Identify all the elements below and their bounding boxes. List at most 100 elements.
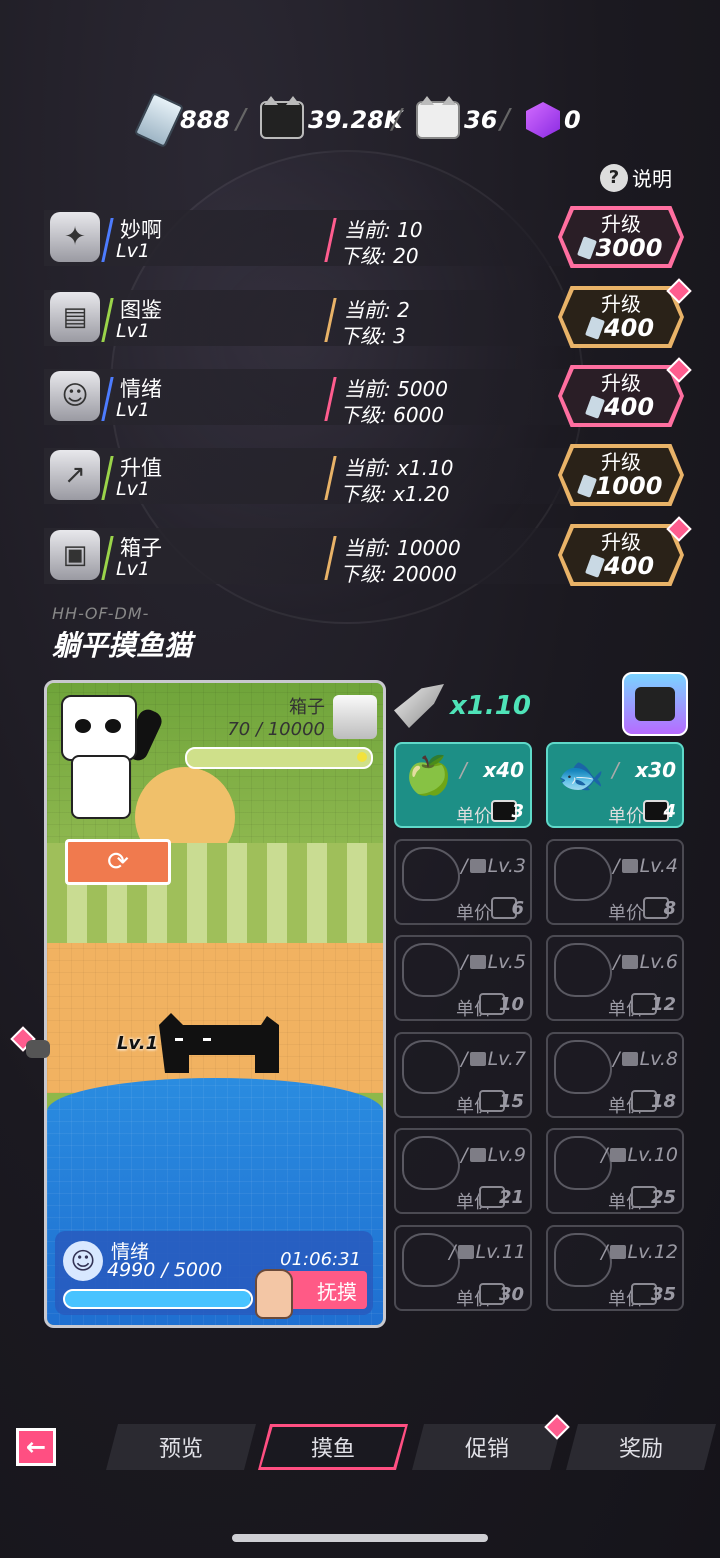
item-price: 3 [491,800,524,822]
item-unlock-level: / Lv.12 [601,1240,678,1263]
item-slot[interactable]: / Lv.5 单价 10 [394,935,532,1021]
tab-0[interactable]: 预览 [106,1424,256,1470]
lightbulb-icon: ✦ [50,212,100,262]
upgrade-current: 当前: 5000 [344,377,448,401]
upgrade-row: ↗ 升值 Lv1 当前: x1.10 下级: x1.20 升级 1000 [44,444,684,508]
upgrade-cost: 400 [584,393,655,421]
hand-icon [255,1269,293,1319]
item-level-text: Lv.7 [487,1047,526,1070]
item-unlock-level: / Lv.6 [613,951,678,973]
item-price: 18 [630,1089,676,1112]
item-unlock-level: / Lv.4 [613,854,678,877]
refresh-icon: ⟳ [107,847,129,877]
tab-label: 促销 [464,1437,509,1462]
milk-carton-icon [584,395,605,419]
item-slot[interactable]: / Lv.6 单价 12 [546,935,684,1021]
upgrade-button-label: 升级 [601,212,641,236]
question-icon: ? [600,163,628,192]
refresh-button[interactable]: ⟳ [65,839,171,885]
book-icon [609,1244,626,1259]
item-slot[interactable]: / Lv.9 单价 21 [394,1128,532,1214]
cat-menu-button[interactable] [622,672,688,736]
item-slot[interactable]: / Lv.12 单价 35 [546,1224,684,1311]
item-count: x40 [483,758,524,782]
beach-sand [47,943,383,1093]
help-button[interactable]: ? 说明 [600,163,672,192]
resource-white-cat: 36 [416,96,497,140]
book-icon [469,1148,486,1162]
purple-cube-icon [526,102,560,138]
item-slot[interactable]: / Lv.4 单价 8 [546,838,684,925]
cat-level: Lv.1 [117,1033,159,1054]
item-slot[interactable]: / Lv.8 单价 18 [546,1031,684,1118]
multiplier: x1.10 [394,684,531,728]
slash: / [612,758,619,782]
item-slot[interactable]: 🍏 / x40 单价 3 [394,742,532,828]
item-slot[interactable]: / Lv.10 单价 25 [546,1128,684,1214]
game-scene[interactable]: Lv.1 箱子 70 / 10000 ⟳ ☺ 情绪 4990 / 5000 01… [44,680,386,1328]
upgrade-cost-value: 1000 [595,472,663,500]
upgrade-cost-value: 400 [603,314,655,342]
page-subtitle: HH-OF-DM- [52,604,150,623]
upgrade-button-label: 升级 [601,530,641,554]
camera-icon [26,1040,50,1058]
upgrade-button[interactable]: 升级 1000 [558,444,684,506]
upgrade-current: 当前: 10 [344,218,423,242]
upgrade-button[interactable]: 升级 400 [558,365,684,427]
book-icon [621,1051,638,1066]
box-value: 70 / 10000 [227,719,325,740]
upgrade-row: ☺ 情绪 Lv1 当前: 5000 下级: 6000 升级 400 [44,357,692,429]
item-level-text: Lv.4 [639,854,678,877]
item-price: 21 [478,1186,524,1208]
tab-label: 预览 [158,1437,203,1462]
resource-milk: 888 [133,91,230,149]
tab-1[interactable]: 摸鱼 [258,1424,408,1470]
black-cat-box-icon [260,96,304,139]
upgrade-level: Lv1 [116,320,150,342]
item-level-text: Lv.8 [639,1047,678,1070]
item-slot[interactable]: / Lv.11 单价 30 [394,1224,532,1311]
upgrade-cost-value: 400 [603,393,655,421]
item-price-value: 18 [650,1090,676,1112]
item-slot[interactable]: / Lv.3 单价 6 [394,838,532,925]
item-unlock-level: / Lv.10 [601,1144,678,1166]
item-slot[interactable]: 🐟 / x30 单价 4 [546,742,684,828]
locked-silhouette-icon [402,846,460,901]
back-button[interactable]: ← [16,1428,56,1466]
upgrade-button[interactable]: 升级 400 [558,524,684,586]
item-level-text: Lv.3 [487,854,526,877]
upgrade-next: 下级: 3 [340,324,406,348]
milk-carton-icon [584,316,605,340]
upgrade-button-label: 升级 [601,371,641,395]
locked-silhouette-icon [554,1039,612,1094]
cat-eye [175,1038,183,1041]
price-label: 单价 [608,806,644,827]
upgrade-cost: 400 [584,552,655,580]
mood-value: 4990 / 5000 [107,1259,223,1281]
tab-label: 奖励 [618,1437,663,1462]
item-price: 15 [478,1089,524,1112]
tab-3[interactable]: 奖励 [566,1424,716,1470]
upgrade-cost-value: 400 [603,552,655,580]
panda-avatar[interactable] [53,689,165,829]
upgrade-button[interactable]: 升级 3000 [558,206,684,268]
box-icon [333,695,377,739]
white-cat-box-icon [416,96,460,139]
upgrade-level: Lv1 [116,558,150,580]
item-level-text: Lv.11 [475,1240,527,1263]
item-price: 30 [478,1282,524,1305]
home-indicator [232,1534,488,1542]
milk-carton-icon [133,91,185,149]
trend-arrow-icon [394,684,444,728]
side-camera-button[interactable] [10,1026,50,1060]
upgrade-cost: 3000 [576,235,662,261]
tab-2[interactable]: 促销 [412,1424,562,1470]
upgrade-button-label: 升级 [601,292,641,316]
item-count: x30 [635,758,676,782]
upgrade-button[interactable]: 升级 400 [558,286,684,348]
help-label: 说明 [632,167,672,191]
item-slot[interactable]: / Lv.7 单价 15 [394,1031,532,1118]
item-level-text: Lv.5 [487,951,526,973]
upgrade-next: 下级: x1.20 [340,482,450,506]
panda-eye [105,719,121,733]
